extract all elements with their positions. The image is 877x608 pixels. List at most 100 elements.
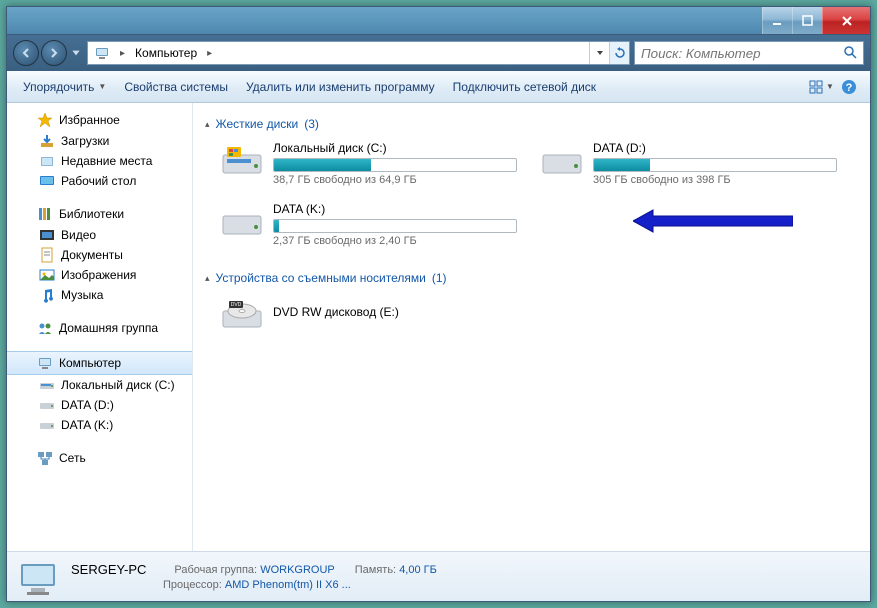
libraries-group: Библиотеки Видео Документы bbox=[7, 203, 192, 305]
breadcrumb-chevron-icon[interactable]: ▸ bbox=[116, 48, 129, 59]
sidebar-item-recent[interactable]: Недавние места bbox=[7, 151, 192, 171]
sidebar-item-desktop[interactable]: Рабочий стол bbox=[7, 171, 192, 191]
sidebar-item-downloads[interactable]: Загрузки bbox=[7, 131, 192, 151]
organize-menu[interactable]: Упорядочить ▼ bbox=[15, 76, 114, 98]
collapse-icon: ▴ bbox=[205, 119, 210, 130]
sidebar-item-drive-k[interactable]: DATA (K:) bbox=[7, 415, 192, 435]
details-pane: SERGEY-PC Рабочая группа: WORKGROUP Памя… bbox=[7, 551, 870, 601]
sidebar-item-drive-c[interactable]: Локальный диск (C:) bbox=[7, 375, 192, 395]
drive-item-dvd[interactable]: DVD DVD RW дисковод (E:) bbox=[219, 293, 519, 335]
videos-label: Видео bbox=[61, 228, 96, 242]
forward-button[interactable] bbox=[41, 40, 67, 66]
music-label: Музыка bbox=[61, 288, 103, 302]
libraries-icon bbox=[37, 206, 53, 222]
breadcrumb-computer[interactable]: Компьютер bbox=[129, 42, 203, 64]
memory-field: Память: 4,00 ГБ bbox=[355, 564, 437, 576]
drive-name: DATA (D:) bbox=[593, 141, 837, 155]
workgroup-value: WORKGROUP bbox=[260, 564, 335, 576]
favorites-icon bbox=[37, 112, 53, 128]
pictures-icon bbox=[39, 267, 55, 283]
uninstall-program-button[interactable]: Удалить или изменить программу bbox=[238, 76, 443, 98]
annotation-arrow bbox=[633, 208, 793, 237]
search-input[interactable] bbox=[641, 46, 843, 61]
removable-section-header[interactable]: ▴ Устройства со съемными носителями (1) bbox=[205, 267, 858, 289]
minimize-button[interactable] bbox=[762, 7, 792, 34]
libraries-header[interactable]: Библиотеки bbox=[7, 203, 192, 225]
search-box[interactable] bbox=[634, 41, 864, 65]
view-options-button[interactable]: ▼ bbox=[808, 75, 834, 99]
hdd-section-count: (3) bbox=[304, 117, 319, 131]
capacity-bar bbox=[273, 158, 517, 172]
capacity-bar bbox=[593, 158, 837, 172]
removable-section-label: Устройства со съемными носителями bbox=[216, 271, 426, 285]
downloads-label: Загрузки bbox=[61, 134, 109, 148]
drive-icon bbox=[39, 397, 55, 413]
computer-icon bbox=[37, 355, 53, 371]
history-dropdown[interactable] bbox=[69, 40, 83, 66]
organize-label: Упорядочить bbox=[23, 80, 94, 94]
removable-section-count: (1) bbox=[432, 271, 447, 285]
removable-grid: DVD DVD RW дисковод (E:) bbox=[219, 293, 858, 335]
sidebar-item-videos[interactable]: Видео bbox=[7, 225, 192, 245]
address-bar[interactable]: ▸ Компьютер ▸ bbox=[87, 41, 630, 65]
drive-d-label: DATA (D:) bbox=[61, 398, 114, 412]
videos-icon bbox=[39, 227, 55, 243]
favorites-header[interactable]: Избранное bbox=[7, 109, 192, 131]
breadcrumb-label: Компьютер bbox=[135, 46, 197, 60]
hdd-icon bbox=[221, 141, 263, 179]
close-button[interactable] bbox=[822, 7, 870, 34]
dvd-icon: DVD bbox=[221, 295, 263, 333]
breadcrumb-chevron-icon[interactable]: ▸ bbox=[203, 48, 216, 59]
refresh-button[interactable] bbox=[609, 42, 629, 64]
dropdown-icon: ▼ bbox=[826, 82, 834, 91]
sidebar-item-music[interactable]: Музыка bbox=[7, 285, 192, 305]
search-icon[interactable] bbox=[843, 45, 857, 62]
details-grid: SERGEY-PC Рабочая группа: WORKGROUP Памя… bbox=[71, 562, 437, 591]
sidebar-item-documents[interactable]: Документы bbox=[7, 245, 192, 265]
network-header[interactable]: Сеть bbox=[7, 447, 192, 469]
body-area: Избранное Загрузки Недавние места bbox=[7, 103, 870, 551]
svg-text:DVD: DVD bbox=[231, 302, 242, 308]
back-button[interactable] bbox=[13, 40, 39, 66]
drive-free-text: 38,7 ГБ свободно из 64,9 ГБ bbox=[273, 174, 517, 186]
drive-info: DATA (D:) 305 ГБ свободно из 398 ГБ bbox=[593, 141, 837, 186]
homegroup-label: Домашняя группа bbox=[59, 321, 158, 335]
navigation-pane: Избранное Загрузки Недавние места bbox=[7, 103, 193, 551]
drive-info: DATA (K:) 2,37 ГБ свободно из 2,40 ГБ bbox=[273, 202, 517, 247]
memory-value: 4,00 ГБ bbox=[399, 564, 437, 576]
hdd-icon bbox=[541, 141, 583, 179]
favorites-label: Избранное bbox=[59, 113, 120, 127]
homegroup-icon bbox=[37, 320, 53, 336]
map-drive-button[interactable]: Подключить сетевой диск bbox=[445, 76, 604, 98]
drive-item-k[interactable]: DATA (K:) 2,37 ГБ свободно из 2,40 ГБ bbox=[219, 200, 519, 249]
maximize-button[interactable] bbox=[792, 7, 822, 34]
workgroup-field: Рабочая группа: WORKGROUP bbox=[174, 564, 334, 576]
desktop-icon bbox=[39, 173, 55, 189]
sidebar-item-pictures[interactable]: Изображения bbox=[7, 265, 192, 285]
homegroup-group: Домашняя группа bbox=[7, 317, 192, 339]
memory-key: Память: bbox=[355, 564, 396, 576]
hdd-section-label: Жесткие диски bbox=[216, 117, 299, 131]
drive-item-c[interactable]: Локальный диск (C:) 38,7 ГБ свободно из … bbox=[219, 139, 519, 188]
workgroup-key: Рабочая группа: bbox=[174, 564, 257, 576]
pictures-label: Изображения bbox=[61, 268, 136, 282]
help-button[interactable]: ? bbox=[836, 75, 862, 99]
hdd-icon bbox=[221, 202, 263, 240]
cpu-key: Процессор: bbox=[163, 579, 222, 591]
titlebar bbox=[7, 7, 870, 35]
address-root[interactable] bbox=[88, 42, 116, 64]
downloads-icon bbox=[39, 133, 55, 149]
computer-header[interactable]: Компьютер bbox=[7, 351, 192, 375]
address-history-dropdown[interactable] bbox=[589, 42, 609, 64]
drive-name: DVD RW дисковод (E:) bbox=[273, 305, 517, 319]
drive-item-d[interactable]: DATA (D:) 305 ГБ свободно из 398 ГБ bbox=[539, 139, 839, 188]
sidebar-item-drive-d[interactable]: DATA (D:) bbox=[7, 395, 192, 415]
properties-label: Свойства системы bbox=[124, 80, 228, 94]
computer-label: Компьютер bbox=[59, 356, 121, 370]
documents-label: Документы bbox=[61, 248, 123, 262]
system-properties-button[interactable]: Свойства системы bbox=[116, 76, 236, 98]
hdd-section-header[interactable]: ▴ Жесткие диски (3) bbox=[205, 113, 858, 135]
nav-arrows bbox=[13, 40, 83, 66]
homegroup-header[interactable]: Домашняя группа bbox=[7, 317, 192, 339]
svg-text:?: ? bbox=[846, 82, 853, 94]
